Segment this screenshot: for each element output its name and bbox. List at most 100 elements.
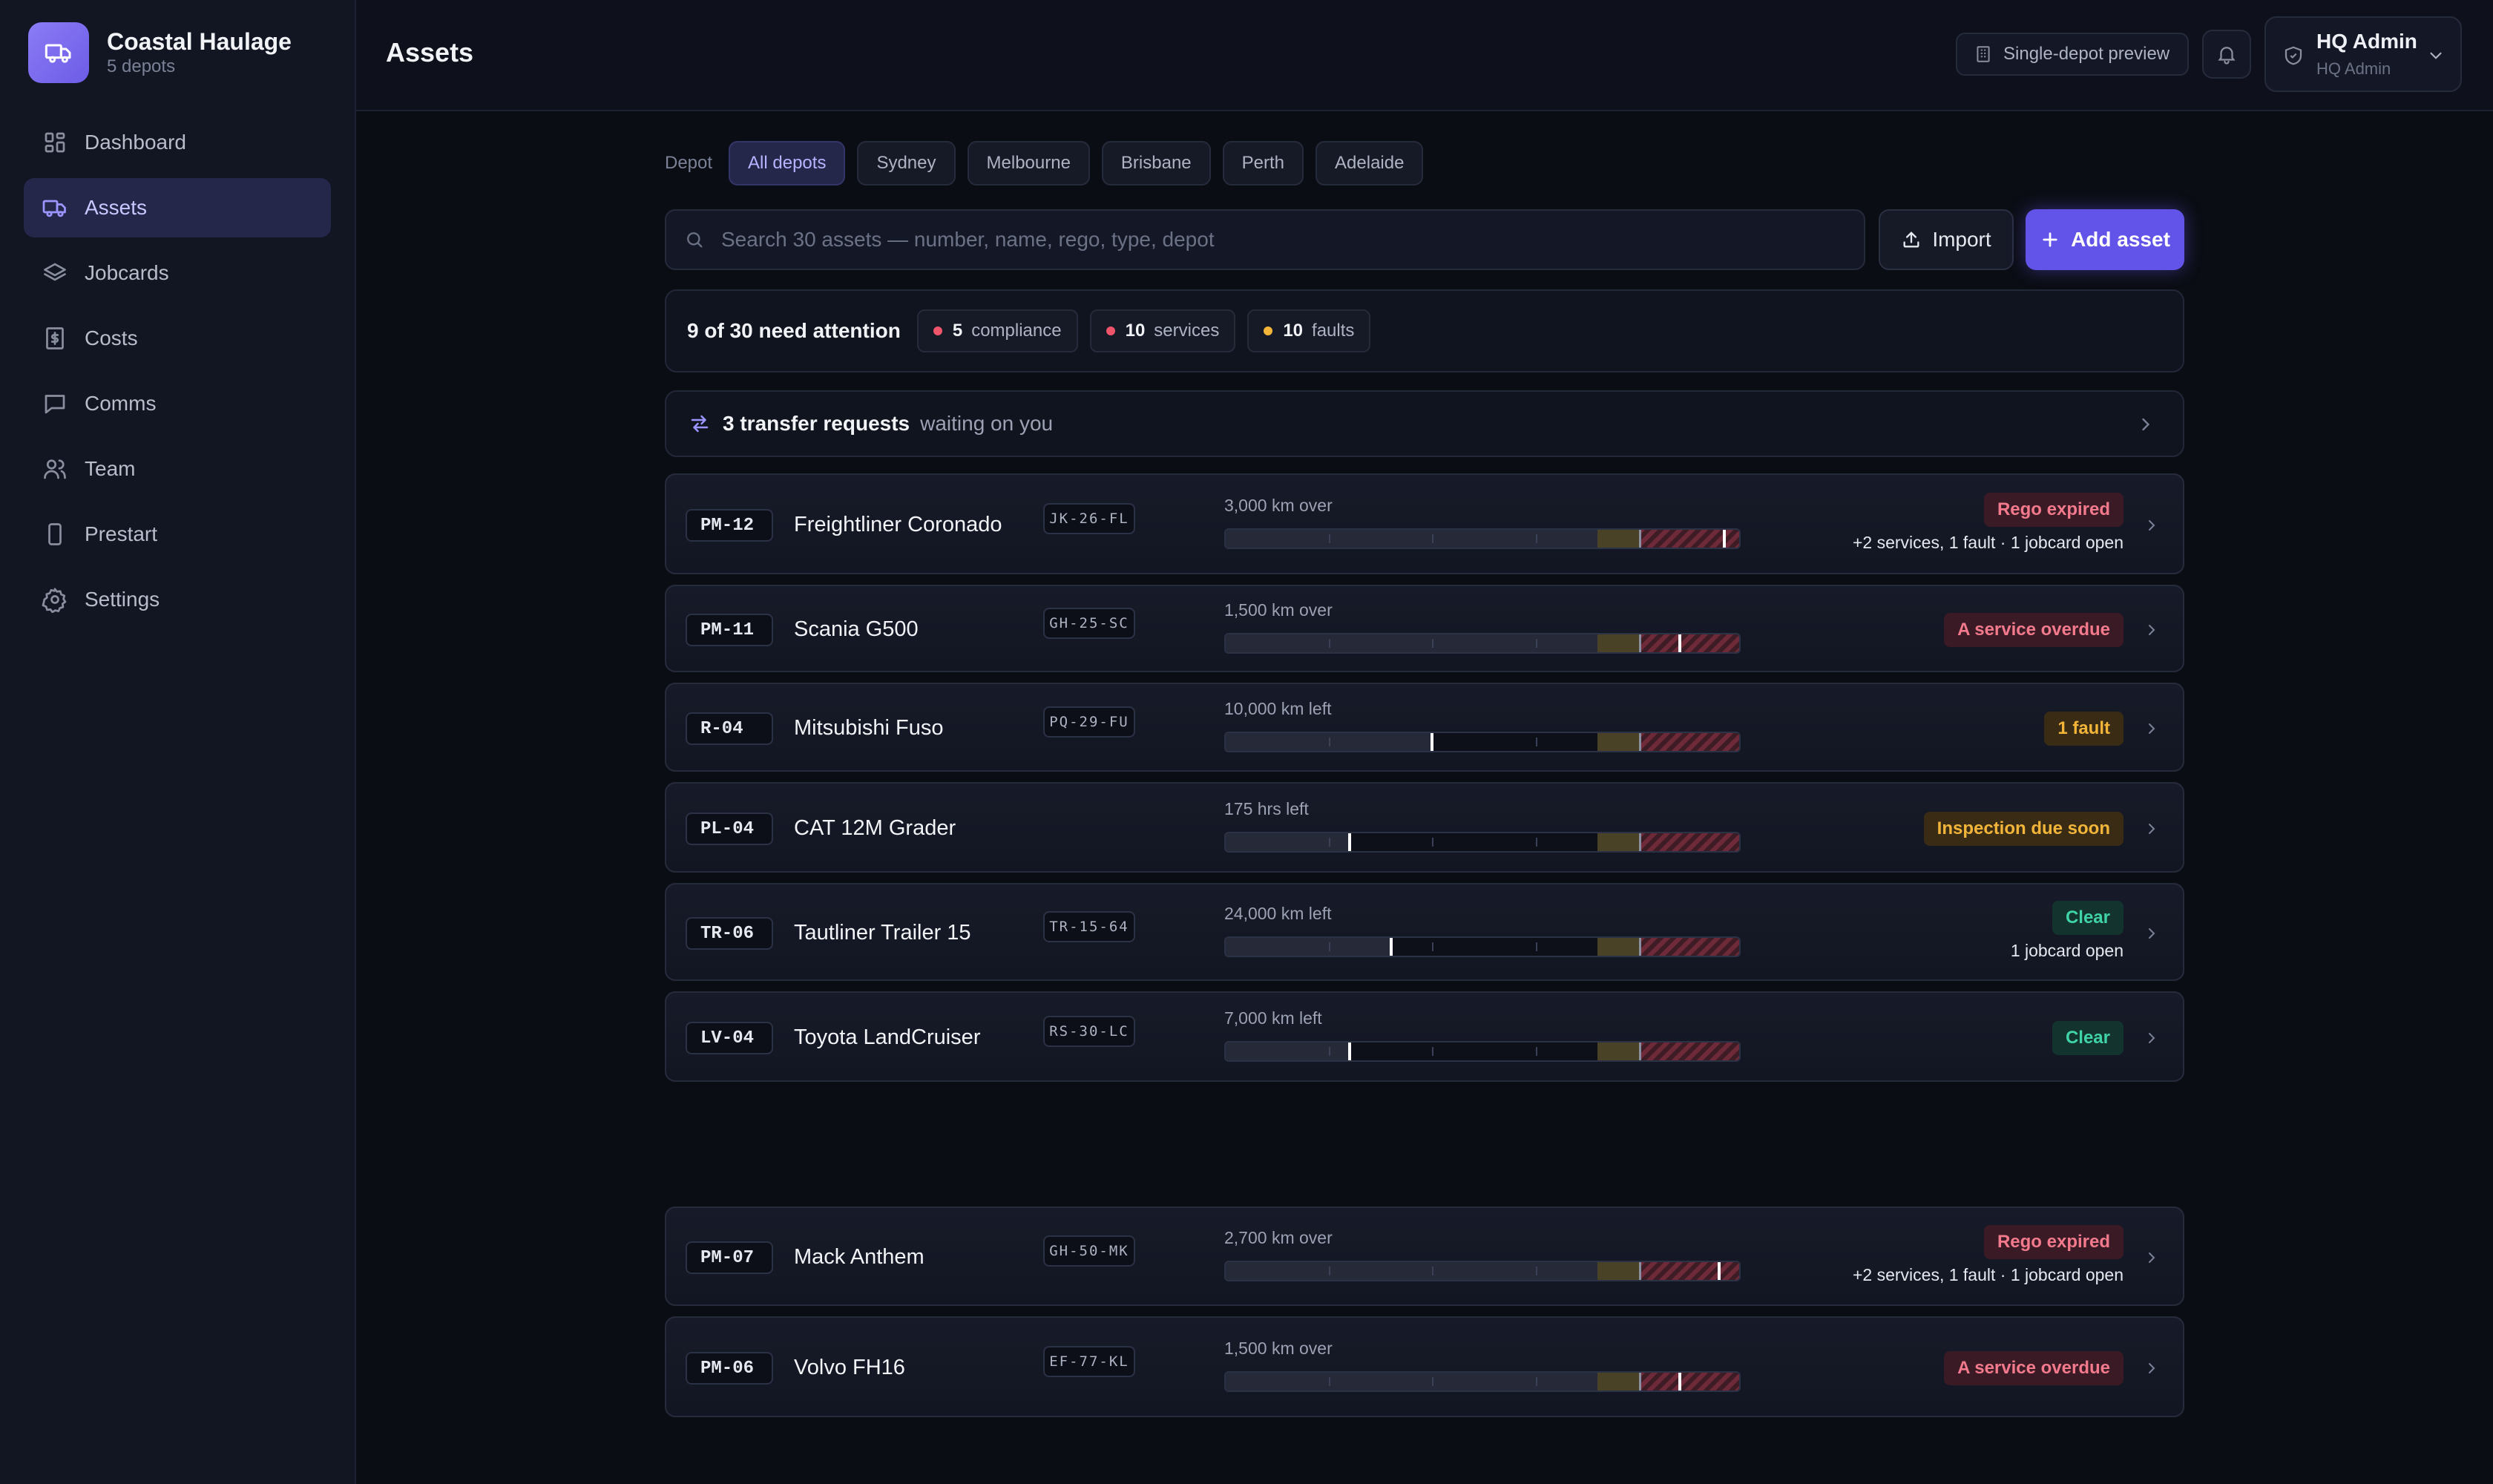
asset-row[interactable]: R-04 Mitsubishi Fuso PQ-29-FU 10,000 km lef…	[665, 683, 2184, 772]
chevron-right-icon	[2149, 824, 2155, 834]
attention-pill-label: compliance	[971, 321, 1062, 341]
asset-number: PM-12	[686, 509, 773, 542]
progress-tick	[1329, 534, 1331, 543]
attention-pill-count: 10	[1125, 321, 1146, 341]
asset-name: CAT 12M Grader	[794, 816, 956, 840]
sidebar-item-comms[interactable]: Comms	[24, 374, 331, 433]
progress-marker	[1678, 634, 1682, 652]
user-menu-button[interactable]: HQ Admin HQ Admin	[2264, 16, 2462, 92]
attention-pill-count: 10	[1283, 321, 1304, 341]
sidebar-item-costs[interactable]: Costs	[24, 309, 331, 368]
search-box[interactable]	[665, 209, 1865, 270]
progress-warning-zone	[1597, 1043, 1639, 1060]
single-depot-preview-button[interactable]: Single-depot preview	[1956, 33, 2189, 76]
receipt-icon	[46, 327, 64, 349]
import-button[interactable]: Import	[1879, 209, 2014, 270]
search-icon	[687, 232, 703, 248]
progress-used	[1226, 530, 1598, 548]
attention-pill-compliance[interactable]: 5 compliance	[916, 309, 1078, 352]
next-service-text: 7,000 km left	[1224, 1008, 1322, 1028]
progress-used	[1226, 1373, 1598, 1391]
sidebar-item-jobcards[interactable]: Jobcards	[24, 243, 331, 303]
status-badge: A service overdue	[1944, 613, 2124, 647]
preview-label: Single-depot preview	[2003, 44, 2170, 64]
add-asset-button[interactable]: Add asset	[2026, 209, 2184, 270]
progress-marker	[1431, 733, 1434, 751]
swap-arrows-icon	[691, 415, 709, 433]
asset-rego: GH-50-MK	[1043, 1235, 1135, 1267]
depot-chip-all-depots[interactable]: All depots	[729, 141, 846, 186]
progress-overdue-zone	[1638, 1373, 1739, 1391]
progress-due-mark	[1638, 634, 1641, 652]
progress-due-mark	[1638, 530, 1641, 548]
sidebar-item-label: Settings	[85, 588, 160, 611]
users-icon	[44, 459, 66, 479]
asset-name: Mack Anthem	[794, 1245, 924, 1269]
sidebar-item-team[interactable]: Team	[24, 439, 331, 499]
attention-summary: 9 of 30 need attention 5 compliance 10 serv…	[665, 289, 2184, 372]
asset-row[interactable]: PM-12 Freightliner Coronado JK-26-FL 3,000 …	[665, 473, 2184, 574]
asset-number: PM-07	[686, 1241, 773, 1274]
asset-rego: GH-25-SC	[1043, 608, 1135, 639]
depot-chip-brisbane[interactable]: Brisbane	[1101, 141, 1211, 186]
topbar: Assets Single-depot preview HQ Admin HQ …	[356, 0, 2493, 111]
sidebar-nav: Dashboard Assets Jobcards Costs Comms Team Pre…	[24, 113, 331, 635]
depot-chip-perth[interactable]: Perth	[1222, 141, 1304, 186]
progress-overdue-zone	[1638, 634, 1739, 652]
asset-row[interactable]: TR-06 Tautliner Trailer 15 TR-15-64 24,000 …	[665, 883, 2184, 981]
progress-used	[1226, 938, 1391, 956]
notifications-button[interactable]	[2202, 30, 2251, 79]
attention-pill-label: services	[1154, 321, 1220, 341]
sidebar-item-prestart[interactable]: Prestart	[24, 505, 331, 564]
brand[interactable]: Coastal Haulage 5 depots	[28, 22, 292, 83]
asset-row[interactable]: PM-11 Scania G500 GH-25-SC 1,500 km over A s…	[665, 585, 2184, 672]
attention-pill-faults[interactable]: 10 faults	[1247, 309, 1371, 352]
status-badge: A service overdue	[1944, 1351, 2124, 1385]
asset-row[interactable]: LV-04 Toyota LandCruiser RS-30-LC 7,000 km …	[665, 991, 2184, 1082]
asset-name: Mitsubishi Fuso	[794, 716, 944, 740]
progress-warning-zone	[1597, 530, 1639, 548]
progress-tick	[1432, 838, 1434, 847]
progress-tick	[1329, 838, 1331, 847]
transfer-requests-count: 3 transfer requests	[723, 412, 910, 435]
progress-marker	[1722, 530, 1726, 548]
next-service-text: 1,500 km over	[1224, 1339, 1333, 1358]
search-input[interactable]	[721, 228, 1864, 252]
progress-tick	[1535, 1047, 1537, 1056]
progress-tick	[1329, 1377, 1331, 1386]
status-badge: 1 fault	[2044, 712, 2124, 746]
status-detail: +2 services, 1 fault · 1 jobcard open	[1852, 1265, 2124, 1284]
progress-due-mark	[1638, 733, 1641, 751]
bell-icon	[2218, 47, 2236, 65]
asset-number: R-04	[686, 712, 773, 745]
service-progress-bar	[1224, 1041, 1741, 1062]
upload-icon	[1903, 232, 1919, 248]
progress-used	[1226, 833, 1350, 851]
sidebar-item-settings[interactable]: Settings	[24, 570, 331, 629]
status-badge: Clear	[2052, 901, 2124, 935]
service-progress-bar	[1224, 1371, 1741, 1392]
brand-subtitle: 5 depots	[107, 56, 176, 76]
depot-chip-sydney[interactable]: Sydney	[857, 141, 956, 186]
sidebar-item-dashboard[interactable]: Dashboard	[24, 113, 331, 172]
depot-chip-melbourne[interactable]: Melbourne	[967, 141, 1090, 186]
attention-pill-services[interactable]: 10 services	[1089, 309, 1236, 352]
asset-name: Tautliner Trailer 15	[794, 921, 971, 945]
service-progress-bar	[1224, 633, 1741, 654]
asset-row[interactable]: PM-06 Volvo FH16 EF-77-KL 1,500 km over A se…	[665, 1316, 2184, 1417]
service-progress-bar	[1224, 832, 1741, 853]
next-service-text: 24,000 km left	[1224, 904, 1332, 923]
asset-row[interactable]: PL-04 CAT 12M Grader 175 hrs left Inspectio…	[665, 782, 2184, 873]
sidebar-item-label: Jobcards	[85, 261, 169, 284]
dashboard-icon	[45, 132, 65, 153]
transfer-requests-banner[interactable]: 3 transfer requests waiting on you	[665, 390, 2184, 457]
service-progress-bar	[1224, 732, 1741, 752]
depot-chip-adelaide[interactable]: Adelaide	[1316, 141, 1424, 186]
progress-tick	[1432, 942, 1434, 951]
progress-due-mark	[1638, 1043, 1641, 1060]
service-progress-bar	[1224, 528, 1741, 549]
asset-row[interactable]: PM-07 Mack Anthem GH-50-MK 2,700 km over Reg…	[665, 1206, 2184, 1306]
sidebar-item-label: Assets	[85, 196, 148, 219]
chevron-right-icon	[2149, 1033, 2155, 1043]
sidebar-item-assets[interactable]: Assets	[24, 178, 331, 237]
